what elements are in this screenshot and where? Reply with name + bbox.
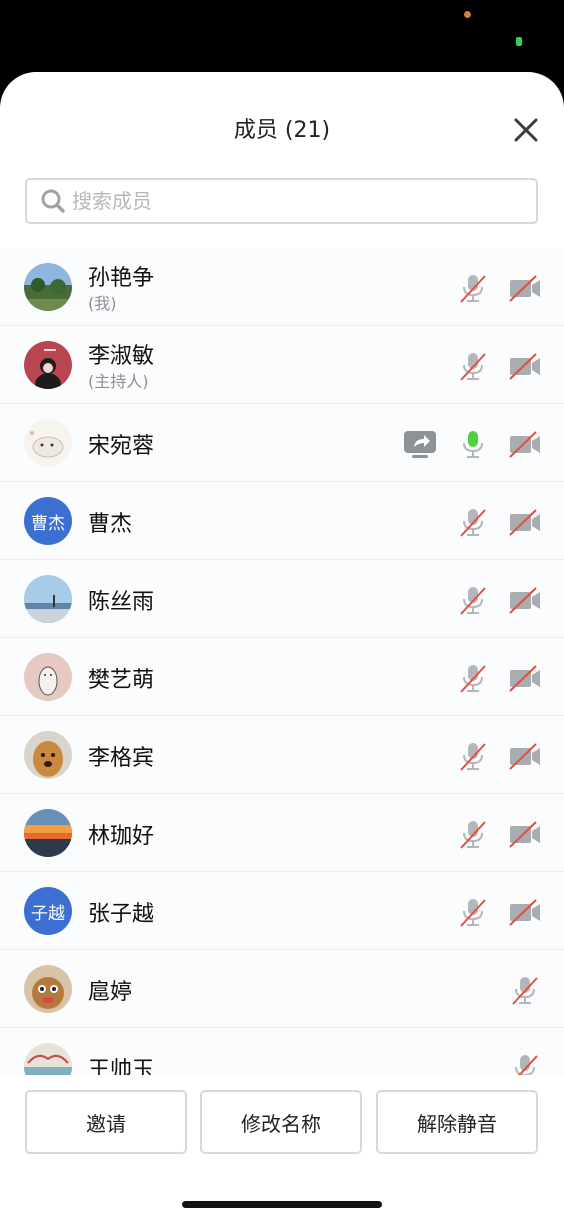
mic-muted-icon[interactable] (510, 1053, 540, 1075)
member-row[interactable]: 扈婷 (0, 950, 564, 1028)
member-row[interactable]: 宋宛蓉 (0, 404, 564, 482)
mic-muted-icon[interactable] (510, 975, 540, 1005)
invite-button[interactable]: 邀请 (25, 1090, 187, 1154)
avatar (24, 341, 72, 389)
video-off-icon[interactable] (508, 819, 542, 849)
bottom-action-bar: 邀请 修改名称 解除静音 (0, 1075, 564, 1221)
mic-muted-icon[interactable] (458, 897, 488, 927)
search-icon (41, 189, 65, 213)
member-row[interactable]: 子越 张子越 (0, 872, 564, 950)
sheet-title: 成员 (21) (233, 118, 331, 143)
member-name: 曹杰 (88, 512, 133, 537)
search-input[interactable] (72, 189, 492, 213)
mic-muted-icon[interactable] (458, 585, 488, 615)
microphone-indicator-icon (516, 37, 522, 46)
member-name: 陈丝雨 (88, 590, 155, 615)
mic-muted-icon[interactable] (458, 273, 488, 303)
member-row[interactable]: 李淑敏 (主持人) (0, 326, 564, 404)
video-off-icon[interactable] (508, 663, 542, 693)
member-row[interactable]: 樊艺萌 (0, 638, 564, 716)
video-off-icon[interactable] (508, 741, 542, 771)
video-off-icon[interactable] (508, 429, 542, 459)
mic-muted-icon[interactable] (458, 741, 488, 771)
avatar: 曹杰 (24, 497, 72, 545)
member-row[interactable]: 王帅玉 (0, 1028, 564, 1075)
close-icon[interactable] (510, 114, 542, 146)
member-role: (主持人) (88, 372, 149, 391)
mic-active-icon[interactable] (458, 429, 488, 459)
video-off-icon[interactable] (508, 351, 542, 381)
member-name: 李格宾 (88, 746, 155, 771)
member-row[interactable]: 陈丝雨 (0, 560, 564, 638)
avatar (24, 263, 72, 311)
screen-share-icon[interactable] (403, 429, 437, 459)
mic-muted-icon[interactable] (458, 819, 488, 849)
avatar (24, 1043, 72, 1075)
member-name: 孙艳争 (88, 266, 155, 291)
mic-muted-icon[interactable] (458, 351, 488, 381)
avatar (24, 419, 72, 467)
mic-muted-icon[interactable] (458, 663, 488, 693)
mic-muted-icon[interactable] (458, 507, 488, 537)
status-bar (0, 0, 564, 72)
camera-indicator-icon (464, 11, 471, 18)
member-name: 扈婷 (88, 980, 133, 1005)
members-sheet: 成员 (21) 孙艳争 (我) (0, 72, 564, 1221)
member-name: 林珈好 (88, 824, 155, 849)
video-off-icon[interactable] (508, 507, 542, 537)
search-box[interactable] (25, 178, 538, 224)
video-off-icon[interactable] (508, 897, 542, 927)
rename-button[interactable]: 修改名称 (200, 1090, 362, 1154)
avatar (24, 575, 72, 623)
avatar (24, 731, 72, 779)
member-row[interactable]: 孙艳争 (我) (0, 248, 564, 326)
video-off-icon[interactable] (508, 585, 542, 615)
unmute-all-button[interactable]: 解除静音 (376, 1090, 538, 1154)
home-indicator (182, 1201, 382, 1208)
avatar (24, 965, 72, 1013)
member-name: 张子越 (88, 902, 155, 927)
member-role: (我) (88, 294, 117, 313)
avatar (24, 809, 72, 857)
avatar (24, 653, 72, 701)
member-name: 宋宛蓉 (88, 434, 155, 459)
member-row[interactable]: 李格宾 (0, 716, 564, 794)
member-row[interactable]: 林珈好 (0, 794, 564, 872)
member-name: 王帅玉 (88, 1058, 155, 1075)
member-name: 李淑敏 (88, 344, 155, 369)
avatar-initials: 子越 (24, 887, 72, 935)
member-name: 樊艺萌 (88, 668, 155, 693)
video-off-icon[interactable] (508, 273, 542, 303)
member-list[interactable]: 孙艳争 (我) 李淑敏 (主持人) 宋宛蓉 曹杰 曹杰 陈丝雨 樊艺萌 李格宾 … (0, 248, 564, 1075)
avatar: 子越 (24, 887, 72, 935)
member-row[interactable]: 曹杰 曹杰 (0, 482, 564, 560)
avatar-initials: 曹杰 (24, 497, 72, 545)
